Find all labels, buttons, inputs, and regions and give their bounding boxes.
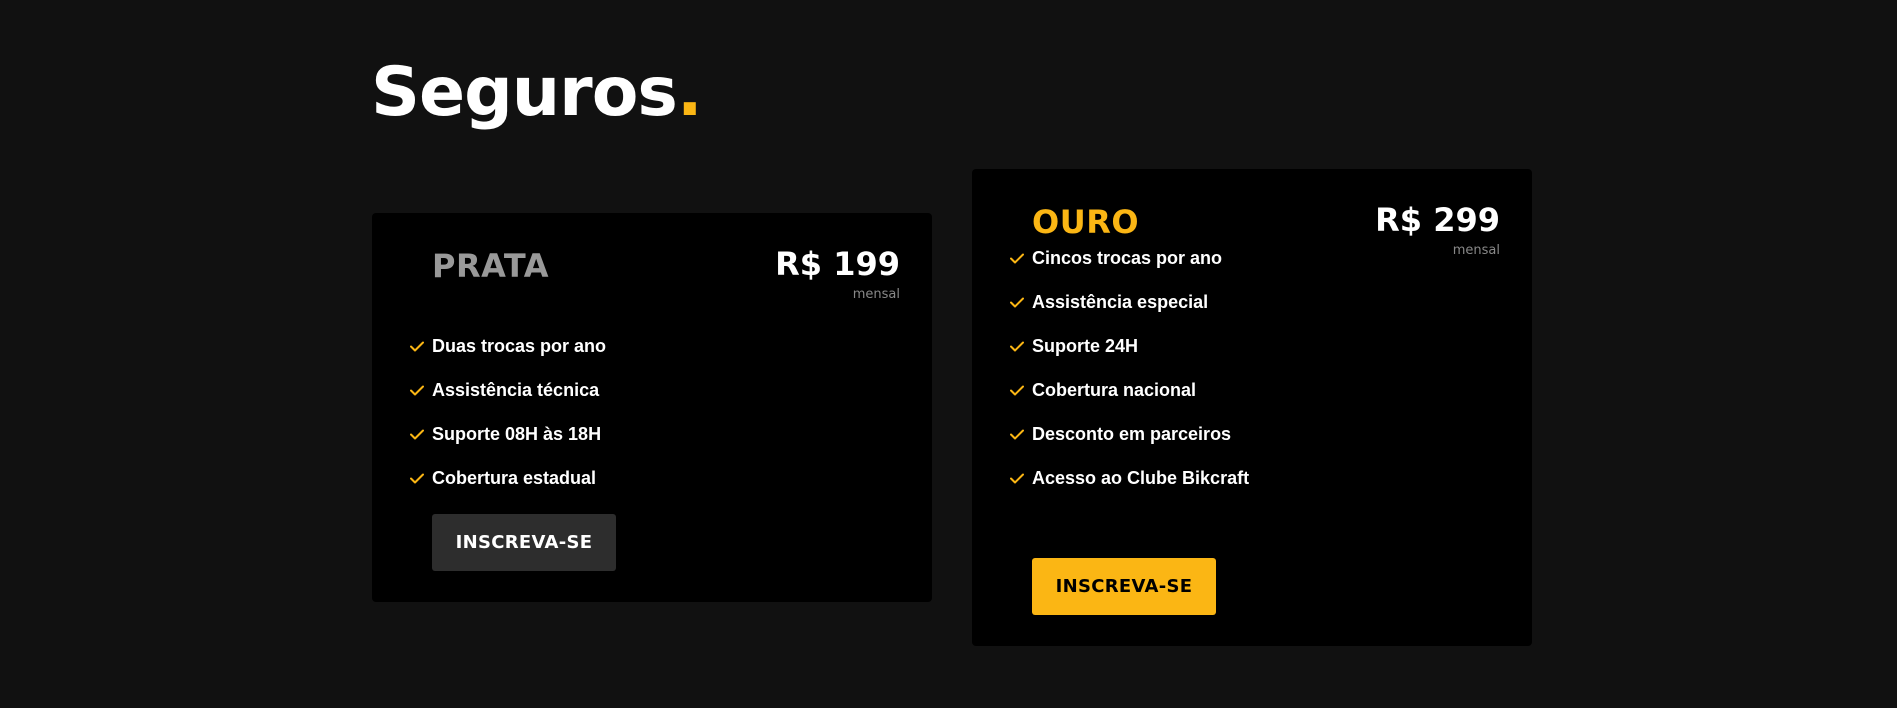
section-title-dot: . bbox=[676, 53, 703, 132]
subscribe-button-ouro[interactable]: INSCREVA-SE bbox=[1032, 558, 1216, 615]
check-icon bbox=[1010, 429, 1032, 440]
feature-item: Assistência especial bbox=[1010, 280, 1249, 324]
feature-label: Assistência técnica bbox=[432, 379, 600, 400]
feature-item: Assistência técnica bbox=[410, 368, 606, 412]
feature-label: Suporte 08H às 18H bbox=[432, 423, 602, 444]
subscribe-button-prata[interactable]: INSCREVA-SE bbox=[432, 514, 616, 571]
feature-label: Assistência especial bbox=[1032, 291, 1209, 312]
feature-label: Duas trocas por ano bbox=[432, 335, 607, 356]
plan-card-ouro: OURO R$ 299 mensal Cincos trocas por ano… bbox=[972, 169, 1532, 646]
feature-item: Cobertura nacional bbox=[1010, 368, 1249, 412]
feature-list: Cincos trocas por ano Assistência especi… bbox=[1010, 236, 1249, 500]
check-icon bbox=[1010, 385, 1032, 396]
plan-period: mensal bbox=[852, 287, 900, 302]
check-icon bbox=[410, 385, 432, 396]
feature-item: Cincos trocas por ano bbox=[1010, 236, 1249, 280]
check-icon bbox=[1010, 253, 1032, 264]
plan-price: R$ 199 bbox=[775, 245, 900, 283]
check-icon bbox=[1010, 473, 1032, 484]
feature-label: Desconto em parceiros bbox=[1032, 423, 1232, 444]
feature-item: Suporte 08H às 18H bbox=[410, 412, 606, 456]
feature-item: Suporte 24H bbox=[1010, 324, 1249, 368]
check-icon bbox=[410, 429, 432, 440]
plan-card-prata: PRATA R$ 199 mensal Duas trocas por ano … bbox=[372, 213, 932, 602]
feature-list: Duas trocas por ano Assistência técnica … bbox=[410, 324, 606, 500]
check-icon bbox=[1010, 341, 1032, 352]
feature-item: Duas trocas por ano bbox=[410, 324, 606, 368]
plan-header: PRATA R$ 199 mensal bbox=[432, 245, 900, 305]
feature-label: Cobertura nacional bbox=[1032, 379, 1197, 400]
feature-item: Cobertura estadual bbox=[410, 456, 606, 500]
plan-name: PRATA bbox=[432, 247, 549, 285]
plan-period: mensal bbox=[1452, 243, 1500, 258]
check-icon bbox=[1010, 297, 1032, 308]
feature-item: Desconto em parceiros bbox=[1010, 412, 1249, 456]
feature-label: Suporte 24H bbox=[1032, 335, 1139, 356]
section-title: Seguros. bbox=[371, 52, 703, 134]
insurance-section: Seguros. PRATA R$ 199 mensal Duas trocas… bbox=[0, 0, 1897, 708]
feature-item: Acesso ao Clube Bikcraft bbox=[1010, 456, 1249, 500]
check-icon bbox=[410, 341, 432, 352]
section-title-text: Seguros bbox=[371, 53, 678, 132]
check-icon bbox=[410, 473, 432, 484]
feature-label: Acesso ao Clube Bikcraft bbox=[1032, 467, 1250, 488]
feature-label: Cincos trocas por ano bbox=[1032, 247, 1223, 268]
plan-price: R$ 299 bbox=[1375, 201, 1500, 239]
feature-label: Cobertura estadual bbox=[432, 467, 597, 488]
